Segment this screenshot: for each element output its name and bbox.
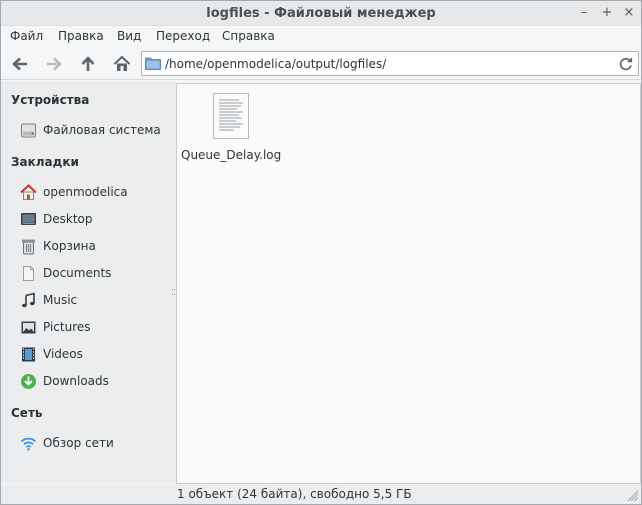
sidebar-item-label: Music bbox=[43, 293, 78, 307]
status-bar: 1 объект (24 байта), свободно 5,5 ГБ bbox=[1, 484, 641, 504]
sidebar-item-label: Корзина bbox=[43, 239, 96, 253]
sidebar-item-label: Documents bbox=[43, 266, 112, 280]
sidebar-item-music[interactable]: Music bbox=[1, 289, 171, 313]
window-title: logfiles - Файловый менеджер bbox=[206, 6, 436, 21]
location-path[interactable]: /home/openmodelica/output/logfiles/ bbox=[165, 57, 386, 71]
toolbar: /home/openmodelica/output/logfiles/ bbox=[1, 48, 641, 80]
arrow-left-icon bbox=[12, 57, 27, 71]
download-icon bbox=[21, 374, 36, 389]
title-bar[interactable]: logfiles - Файловый менеджер – + × bbox=[1, 1, 641, 26]
text-file-icon bbox=[213, 93, 249, 139]
resize-grip-icon[interactable] bbox=[627, 490, 639, 502]
menu-bar: Файл Правка Вид Переход Справка bbox=[1, 26, 641, 48]
document-icon bbox=[23, 266, 34, 281]
forward-button[interactable] bbox=[42, 52, 66, 76]
bookmarks-header: Закладки bbox=[11, 155, 79, 169]
menu-edit[interactable]: Правка bbox=[58, 29, 104, 43]
splitter-grip[interactable] bbox=[172, 289, 175, 295]
sidebar-item-downloads[interactable]: Downloads bbox=[1, 370, 171, 394]
file-name: Queue_Delay.log bbox=[181, 148, 282, 162]
wifi-icon bbox=[20, 437, 37, 451]
close-button[interactable]: × bbox=[620, 4, 638, 22]
sidebar-item-label: Обзор сети bbox=[43, 436, 114, 450]
menu-file[interactable]: Файл bbox=[10, 29, 43, 43]
sidebar-item-network[interactable]: Обзор сети bbox=[1, 432, 171, 456]
minimize-button[interactable]: – bbox=[575, 4, 593, 22]
sidebar-item-label: Downloads bbox=[43, 374, 109, 388]
sidebar-item-desktop[interactable]: Desktop bbox=[1, 208, 171, 232]
trash-icon bbox=[22, 239, 35, 255]
sidebar-item-label: Pictures bbox=[43, 320, 91, 334]
home-icon bbox=[113, 55, 131, 71]
file-view[interactable]: Queue_Delay.log bbox=[176, 83, 641, 484]
drive-icon bbox=[21, 123, 36, 138]
menu-view[interactable]: Вид bbox=[117, 29, 141, 43]
music-icon bbox=[22, 292, 35, 308]
status-text: 1 объект (24 байта), свободно 5,5 ГБ bbox=[177, 487, 412, 501]
location-bar[interactable]: /home/openmodelica/output/logfiles/ bbox=[141, 51, 639, 76]
maximize-button[interactable]: + bbox=[598, 4, 616, 22]
video-icon bbox=[22, 347, 35, 362]
sidebar-item-label: openmodelica bbox=[43, 185, 128, 199]
sidebar-item-filesystem[interactable]: Файловая система bbox=[1, 119, 171, 143]
sidebar-item-label: Desktop bbox=[43, 212, 93, 226]
menu-go[interactable]: Переход bbox=[156, 29, 210, 43]
file-manager-window: logfiles - Файловый менеджер – + × Файл … bbox=[0, 0, 642, 505]
home-button[interactable] bbox=[110, 52, 134, 76]
desktop-icon bbox=[21, 213, 36, 225]
up-button[interactable] bbox=[76, 52, 100, 76]
home-icon bbox=[20, 184, 37, 200]
sidebar-item-videos[interactable]: Videos bbox=[1, 343, 171, 367]
sidebar: Устройства Файловая система Закладки ope… bbox=[1, 81, 171, 483]
sidebar-item-label: Файловая система bbox=[43, 123, 161, 137]
sidebar-item-label: Videos bbox=[43, 347, 83, 361]
menu-help[interactable]: Справка bbox=[222, 29, 275, 43]
sidebar-item-pictures[interactable]: Pictures bbox=[1, 316, 171, 340]
arrow-right-icon bbox=[47, 57, 62, 71]
sidebar-item-trash[interactable]: Корзина bbox=[1, 235, 171, 259]
back-button[interactable] bbox=[8, 52, 32, 76]
arrow-up-icon bbox=[81, 56, 95, 71]
refresh-icon[interactable] bbox=[617, 55, 635, 73]
file-item[interactable]: Queue_Delay.log bbox=[181, 90, 281, 168]
pictures-icon bbox=[21, 321, 36, 334]
network-header: Сеть bbox=[11, 406, 43, 420]
sidebar-item-home[interactable]: openmodelica bbox=[1, 181, 171, 205]
folder-icon bbox=[145, 57, 161, 70]
sidebar-item-documents[interactable]: Documents bbox=[1, 262, 171, 286]
devices-header: Устройства bbox=[11, 93, 90, 107]
